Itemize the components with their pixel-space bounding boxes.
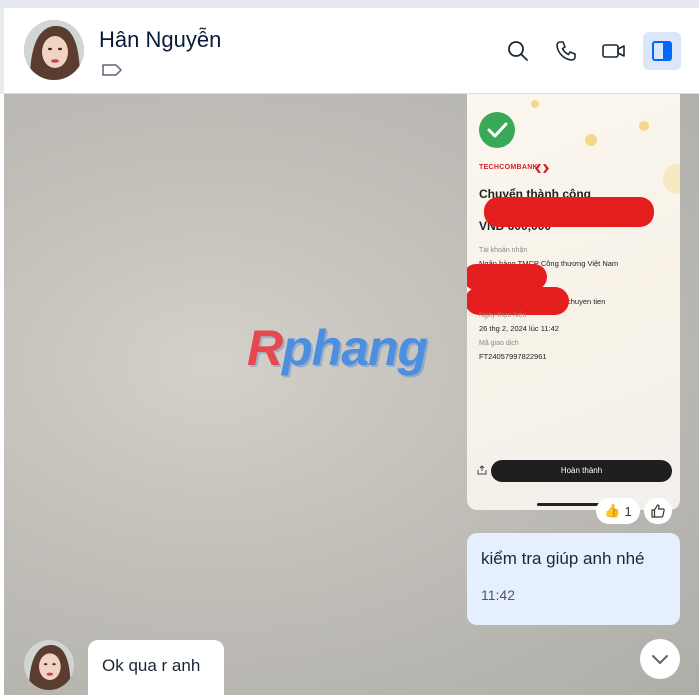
add-reaction-button[interactable] bbox=[644, 498, 672, 524]
scroll-to-bottom-button[interactable] bbox=[640, 639, 680, 679]
transfer-note: chuyen tien bbox=[567, 297, 606, 306]
video-call-button[interactable] bbox=[595, 32, 633, 70]
message-time: 11:42 bbox=[481, 587, 515, 603]
transaction-id-label: Mã giao dịch bbox=[479, 340, 519, 347]
redaction-mark bbox=[484, 197, 654, 227]
time-value: 26 thg 2, 2024 lúc 11:42 bbox=[479, 324, 559, 333]
confetti-dot bbox=[531, 100, 539, 108]
recipient-label: Tài khoản nhận bbox=[479, 247, 528, 254]
chat-header: Hân Nguyễn bbox=[4, 8, 699, 94]
transfer-receipt-image[interactable]: TECHCOMBANK Chuyển thành công VND 600,00… bbox=[467, 94, 680, 510]
message-text: Ok qua r anh bbox=[102, 656, 201, 675]
transaction-id: FT24057997822961 bbox=[479, 352, 547, 361]
reaction-count: 1 bbox=[624, 503, 632, 519]
confetti-dot bbox=[639, 121, 649, 131]
toggle-info-panel-button[interactable] bbox=[643, 32, 681, 70]
search-button[interactable] bbox=[499, 32, 537, 70]
done-button: Hoàn thành bbox=[491, 460, 672, 482]
bank-logo: TECHCOMBANK bbox=[479, 164, 538, 171]
bank-logo-mark-icon bbox=[535, 164, 549, 173]
message-text: kiểm tra giúp anh nhé bbox=[481, 549, 645, 568]
avatar-photo bbox=[24, 640, 74, 690]
chat-area[interactable]: Rphang TECHCOMBANK Chuyển thành công VND… bbox=[4, 94, 699, 695]
avatar-photo bbox=[24, 20, 84, 80]
watermark-logo: Rphang bbox=[247, 320, 428, 376]
chevron-down-icon bbox=[652, 655, 668, 664]
reaction-summary[interactable]: 👍 1 bbox=[596, 498, 640, 524]
search-icon bbox=[508, 41, 528, 61]
receipt-footer: Hoàn thành bbox=[467, 456, 680, 486]
outgoing-message-bubble[interactable]: kiểm tra giúp anh nhé 11:42 bbox=[467, 533, 680, 625]
sender-avatar[interactable] bbox=[24, 640, 74, 690]
video-call-icon bbox=[602, 44, 625, 58]
confetti-dot bbox=[585, 134, 597, 146]
share-icon bbox=[477, 465, 487, 475]
sidebar-toggle-icon bbox=[652, 41, 672, 61]
header-actions bbox=[499, 32, 681, 70]
contact-name[interactable]: Hân Nguyễn bbox=[99, 27, 221, 53]
incoming-message-bubble[interactable]: Ok qua r anh bbox=[88, 640, 224, 695]
confetti-dot bbox=[663, 164, 680, 194]
phone-icon bbox=[556, 41, 576, 61]
label-tag-icon[interactable] bbox=[101, 62, 123, 78]
redaction-mark bbox=[467, 287, 569, 315]
thumbs-up-emoji: 👍 bbox=[604, 503, 621, 518]
contact-avatar[interactable] bbox=[24, 20, 84, 80]
like-icon bbox=[651, 504, 665, 518]
time-label: Ngày thực hiện bbox=[479, 312, 527, 319]
voice-call-button[interactable] bbox=[547, 32, 585, 70]
top-strip bbox=[0, 0, 699, 8]
success-check-icon bbox=[479, 112, 515, 148]
